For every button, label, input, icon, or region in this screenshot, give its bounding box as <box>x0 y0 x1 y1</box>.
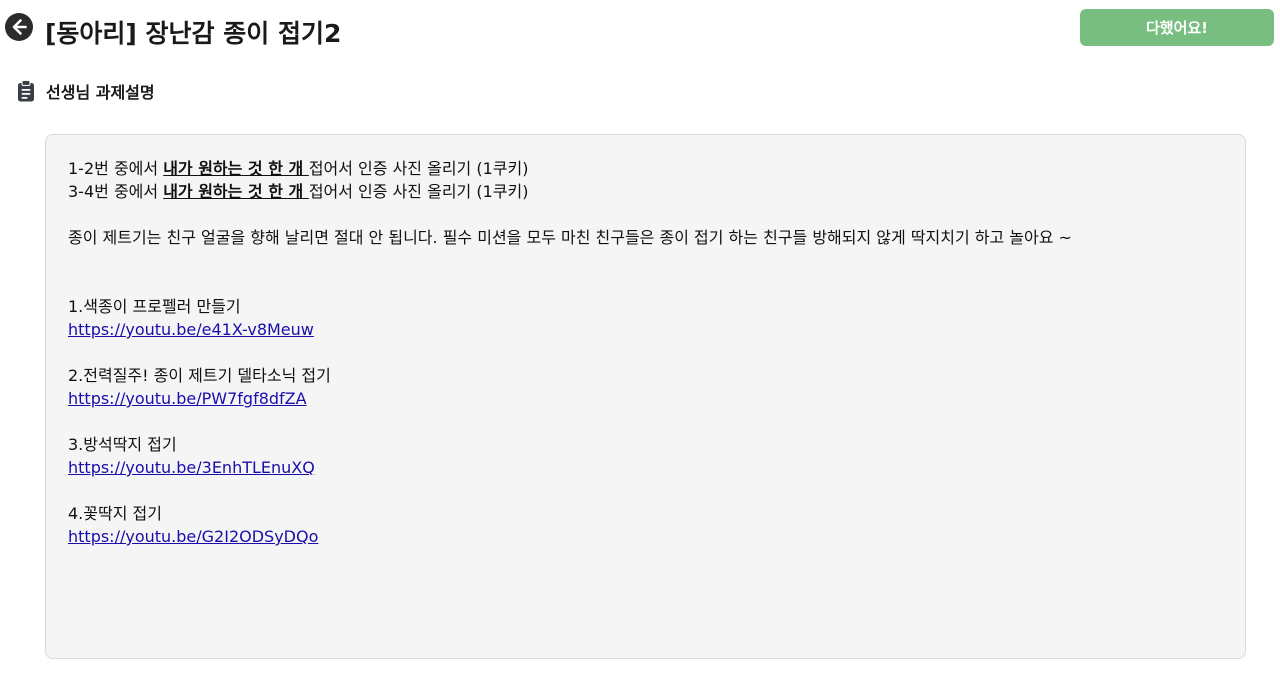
rule-1-prefix: 1-2번 중에서 <box>68 159 164 178</box>
section-title: 선생님 과제설명 <box>46 83 155 102</box>
assignment-description: 1-2번 중에서 내가 원하는 것 한 개 접어서 인증 사진 올리기 (1쿠키… <box>45 134 1246 659</box>
arrow-left-circle-icon <box>12 19 27 35</box>
video-item-title: 2.전력질주! 종이 제트기 델타소닉 접기 <box>68 366 331 385</box>
rule-2-suffix: 접어서 인증 사진 올리기 (1쿠키) <box>308 182 529 201</box>
video-item-title: 4.꽃딱지 접기 <box>68 504 162 523</box>
rule-line-2: 3-4번 중에서 내가 원하는 것 한 개 접어서 인증 사진 올리기 (1쿠키… <box>68 180 1223 203</box>
video-link[interactable]: https://youtu.be/PW7fgf8dfZA <box>68 389 307 408</box>
done-button[interactable]: 다했어요! <box>1080 9 1274 46</box>
video-link[interactable]: https://youtu.be/G2I2ODSyDQo <box>68 527 318 546</box>
page-title: [동아리] 장난감 종이 접기2 <box>45 19 342 48</box>
rule-2-prefix: 3-4번 중에서 <box>68 182 164 201</box>
video-link[interactable]: https://youtu.be/e41X-v8Meuw <box>68 320 314 339</box>
clipboard-icon <box>17 80 35 102</box>
rule-line-1: 1-2번 중에서 내가 원하는 것 한 개 접어서 인증 사진 올리기 (1쿠키… <box>68 157 1223 180</box>
video-link[interactable]: https://youtu.be/3EnhTLEnuXQ <box>68 458 315 477</box>
video-item-title: 1.색종이 프로펠러 만들기 <box>68 297 241 316</box>
rule-1-emphasis: 내가 원하는 것 한 개 <box>163 159 309 178</box>
rule-1-suffix: 접어서 인증 사진 올리기 (1쿠키) <box>308 159 529 178</box>
section-header: 선생님 과제설명 <box>17 78 155 104</box>
rule-2-emphasis: 내가 원하는 것 한 개 <box>163 182 309 201</box>
video-item-title: 3.방석딱지 접기 <box>68 435 177 454</box>
header: [동아리] 장난감 종이 접기2 다했어요! <box>0 0 1280 64</box>
back-button[interactable] <box>5 13 33 41</box>
notice-text: 종이 제트기는 친구 얼굴을 향해 날리면 절대 안 됩니다. 필수 미션을 모… <box>68 228 1072 247</box>
